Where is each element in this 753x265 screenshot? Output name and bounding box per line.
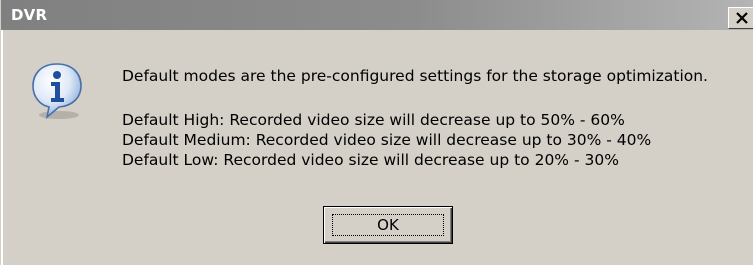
close-icon: [736, 12, 748, 24]
dialog-message: Default modes are the pre-configured set…: [122, 66, 708, 170]
default-high-text: Default High: Recorded video size will d…: [122, 111, 625, 129]
default-medium-text: Default Medium: Recorded video size will…: [122, 131, 652, 149]
ok-button-label: OK: [377, 216, 399, 234]
close-button[interactable]: [728, 7, 753, 29]
dvr-dialog-window: DVR Default modes are the pre-configured…: [0, 0, 753, 265]
intro-text: Default modes are the pre-configured set…: [122, 67, 708, 85]
default-low-text: Default Low: Recorded video size will de…: [122, 151, 619, 169]
window-title: DVR: [11, 6, 48, 24]
window-border: [1, 30, 3, 265]
info-icon: [32, 63, 82, 120]
ok-button[interactable]: OK: [323, 206, 453, 244]
title-bar[interactable]: DVR: [1, 0, 753, 30]
